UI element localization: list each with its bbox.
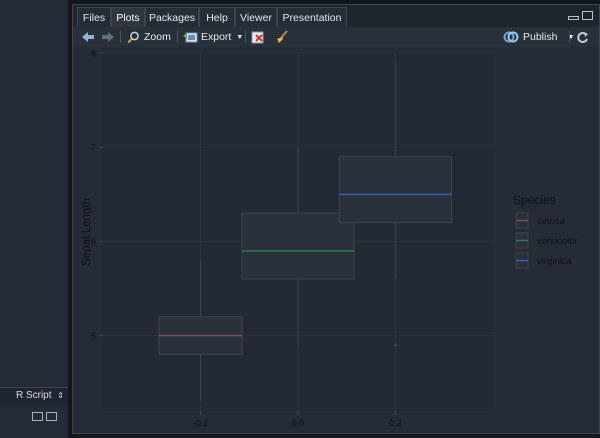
source-statusbar: R Script ⇕ — [0, 387, 68, 406]
toolbar-divider — [569, 31, 570, 43]
refresh-button[interactable] — [576, 27, 589, 47]
toolbar-divider — [177, 31, 178, 43]
clear-all-plots-button[interactable] — [275, 27, 289, 47]
tab-viewer-label: Viewer — [240, 12, 272, 24]
x-tick-label: -0.2 — [193, 418, 209, 428]
maximize-pane-icon[interactable] — [582, 11, 593, 20]
script-type-chevron-icon: ⇕ — [57, 391, 64, 400]
legend-title: Species — [513, 193, 556, 207]
x-tick-label: 0.0 — [292, 418, 305, 428]
x-tick-label: 0.2 — [389, 418, 402, 428]
maximize-pane-icon[interactable] — [46, 412, 57, 421]
source-pane-window-controls — [32, 412, 62, 426]
forward-arrow-icon[interactable] — [101, 27, 115, 47]
publish-label: Publish — [523, 31, 558, 43]
remove-plot-icon — [251, 31, 264, 43]
tab-presentation[interactable]: Presentation — [277, 7, 347, 27]
back-arrow-icon[interactable] — [81, 27, 95, 47]
pane-window-controls — [568, 11, 593, 20]
plot-viewer: 5 6 7 8 -0.2 0.0 0.2 Sepal.Length Species seto… — [73, 47, 599, 433]
box-body — [338, 156, 453, 224]
legend: Species setosa versicolor virginica — [513, 193, 578, 269]
restore-pane-icon[interactable] — [32, 412, 43, 421]
broom-icon — [277, 30, 288, 43]
script-type-label: R Script — [15, 390, 52, 401]
zoom-label: Zoom — [144, 31, 171, 43]
legend-label: versicolor — [537, 236, 578, 247]
tab-help[interactable]: Help — [199, 7, 235, 27]
tab-files-label: Files — [82, 12, 106, 24]
zoom-button[interactable]: Zoom — [127, 27, 171, 47]
toolbar-divider — [245, 31, 246, 43]
export-label: Export — [201, 31, 232, 43]
publish-icon — [503, 31, 519, 43]
y-tick-label: 8 — [91, 49, 96, 59]
y-tick-label: 7 — [91, 143, 96, 153]
tab-help-label: Help — [206, 12, 228, 24]
tab-packages-label: Packages — [148, 12, 196, 24]
legend-label: virginica — [537, 256, 573, 267]
tab-plots-label: Plots — [116, 12, 140, 24]
tab-files[interactable]: Files — [77, 7, 111, 27]
publish-button[interactable]: Publish ▼ — [503, 27, 574, 47]
y-tick-label: 5 — [91, 331, 96, 341]
tab-presentation-label: Presentation — [282, 12, 342, 24]
tab-plots[interactable]: Plots — [111, 7, 145, 27]
export-dropdown-icon: ▼ — [236, 33, 244, 41]
legend-item-virginica: virginica — [515, 252, 573, 269]
legend-item-versicolor: versicolor — [515, 232, 578, 249]
pane-tabbar: Files Plots Packages Help Viewer Present… — [73, 5, 599, 28]
files-plots-pane: Files Plots Packages Help Viewer Present… — [72, 4, 600, 434]
minimize-pane-icon[interactable] — [568, 16, 579, 20]
plots-toolbar: Zoom Export ▼ Publish ▼ — [73, 27, 599, 48]
script-type-selector[interactable]: R Script ⇕ — [16, 390, 64, 401]
toolbar-divider — [120, 31, 121, 43]
export-button[interactable]: Export ▼ — [183, 27, 243, 47]
box-body — [241, 212, 355, 280]
legend-item-setosa: setosa — [515, 212, 566, 229]
remove-plot-button[interactable] — [251, 27, 265, 47]
legend-label: setosa — [537, 216, 566, 227]
refresh-icon — [577, 31, 588, 43]
y-axis-label: Sepal.Length — [81, 198, 93, 266]
boxplot-chart: 5678-0.2 0.0 0.2 Sepal.Length Species seto… — [81, 49, 578, 429]
tab-viewer[interactable]: Viewer — [235, 7, 277, 27]
outlier-point — [393, 343, 398, 347]
export-image-icon — [183, 32, 198, 42]
magnifier-icon — [127, 31, 139, 43]
source-pane: R Script ⇕ — [0, 0, 68, 438]
tab-packages[interactable]: Packages — [145, 7, 199, 27]
